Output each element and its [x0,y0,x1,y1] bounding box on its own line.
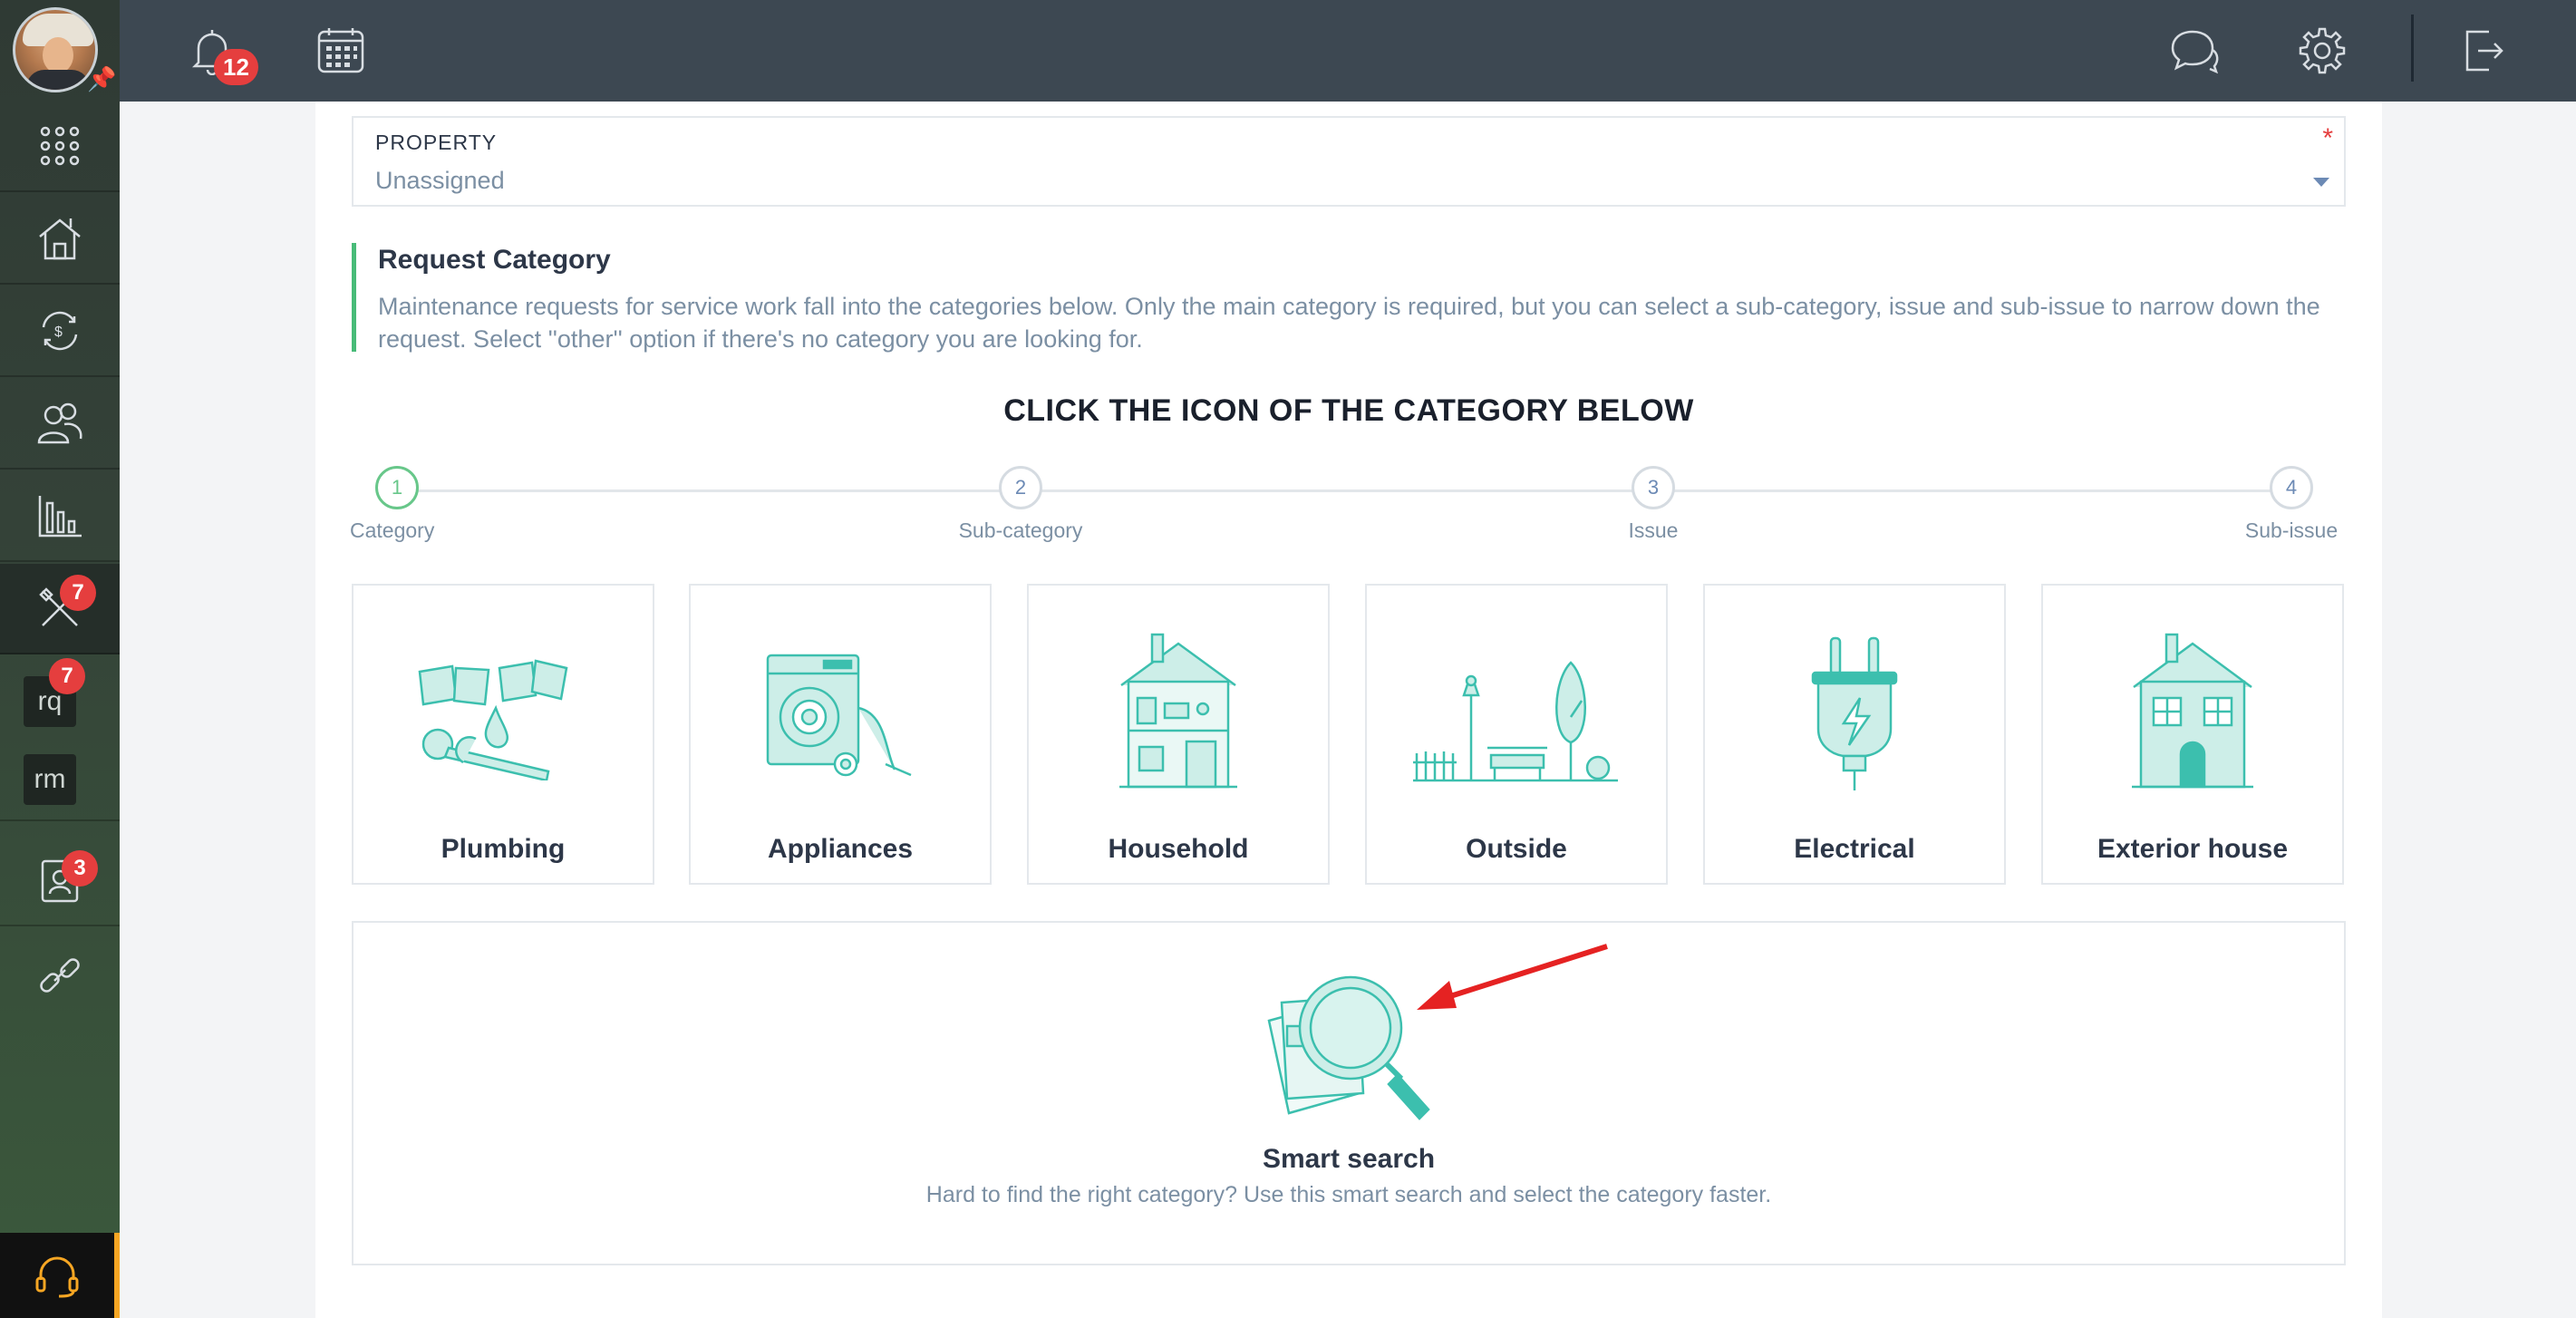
reports-icon[interactable] [0,471,120,562]
category-card-plumbing[interactable]: Plumbing [352,584,654,885]
category-label: Household [1108,834,1249,864]
category-card-household[interactable]: Household [1027,584,1330,885]
maintenance-badge: 7 [60,575,96,611]
rm-tile[interactable]: rm [0,749,120,821]
category-card-electrical[interactable]: Electrical [1703,584,2006,885]
category-card-outside[interactable]: Outside [1365,584,1668,885]
sidebar: 📌 $ 7 rq 7 rm 3 [0,0,120,1318]
apps-grid-icon[interactable] [0,102,120,192]
step-sub-category[interactable]: 2 Sub-category [939,466,1102,543]
user-avatar[interactable] [13,7,98,92]
maintenance-icon[interactable]: 7 [0,564,120,654]
step-number: 3 [1632,466,1675,509]
topbar-divider [2411,15,2414,82]
step-category[interactable]: 1 Category [350,466,450,543]
calendar-icon[interactable] [312,22,370,80]
step-number: 4 [2270,466,2313,509]
chat-icon[interactable] [2166,22,2224,80]
step-label: Sub-category [958,518,1083,542]
headset-icon[interactable] [0,1233,120,1318]
svg-text:$: $ [54,325,63,340]
stepper-line [399,489,2295,492]
property-label: PROPERTY [375,131,498,154]
step-number: 1 [375,466,419,509]
rm-label: rm [24,754,76,805]
rq-badge: 7 [49,658,85,694]
household-icon [1029,631,1328,794]
smart-search-card[interactable]: Smart search Hard to find the right cate… [352,921,2346,1265]
contacts-icon[interactable] [0,379,120,470]
category-instruction: CLICK THE ICON OF THE CATEGORY BELOW [1003,393,1694,428]
category-stepper: 1 Category 2 Sub-category 3 Issue 4 Sub-… [350,466,2346,548]
tenant-screening-icon[interactable]: 3 [0,836,120,926]
request-category-section: Request Category Maintenance requests fo… [352,243,2346,353]
step-sub-issue[interactable]: 4 Sub-issue [2237,466,2346,543]
notifications-badge: 12 [214,49,258,85]
rq-tile[interactable]: rq 7 [0,658,120,749]
screening-badge: 3 [62,850,98,887]
outside-icon [1367,631,1666,794]
integrations-icon[interactable] [0,930,120,1021]
step-issue[interactable]: 3 Issue [1572,466,1735,543]
properties-icon[interactable] [0,194,120,285]
exterior-house-icon [2043,631,2342,794]
accounting-icon[interactable]: $ [0,286,120,377]
appliances-icon [691,631,990,794]
required-mark: * [2322,123,2333,153]
pin-icon[interactable]: 📌 [87,65,116,93]
bell-icon[interactable]: 12 [183,22,258,85]
property-value: Unassigned [375,167,505,194]
top-bar: 12 [120,0,2576,102]
logout-icon[interactable] [2455,22,2513,80]
category-card-appliances[interactable]: Appliances [689,584,992,885]
smart-search-title: Smart search [1262,1144,1436,1174]
annotation-arrow [1417,944,1608,1010]
plumbing-icon [353,631,653,794]
request-category-description: Maintenance requests for service work fa… [378,293,2320,353]
category-label: Exterior house [2097,834,2289,864]
category-label: Electrical [1794,834,1915,864]
electrical-icon [1705,631,2004,794]
step-label: Category [350,518,435,542]
step-label: Sub-issue [2244,518,2339,542]
property-select[interactable]: PROPERTY Unassigned * [352,116,2346,207]
request-category-title: Request Category [378,245,611,275]
chevron-down-icon[interactable] [2313,178,2329,187]
category-label: Plumbing [441,834,566,864]
category-cards: Plumbing Appliances Household Outside El… [352,584,2346,885]
step-number: 2 [999,466,1042,509]
gear-icon[interactable] [2293,22,2351,80]
category-card-exterior-house[interactable]: Exterior house [2041,584,2344,885]
step-label: Issue [1628,518,1679,542]
smart-search-description: Hard to find the right category? Use thi… [925,1182,1772,1207]
category-label: Appliances [767,834,914,864]
category-label: Outside [1466,834,1567,864]
